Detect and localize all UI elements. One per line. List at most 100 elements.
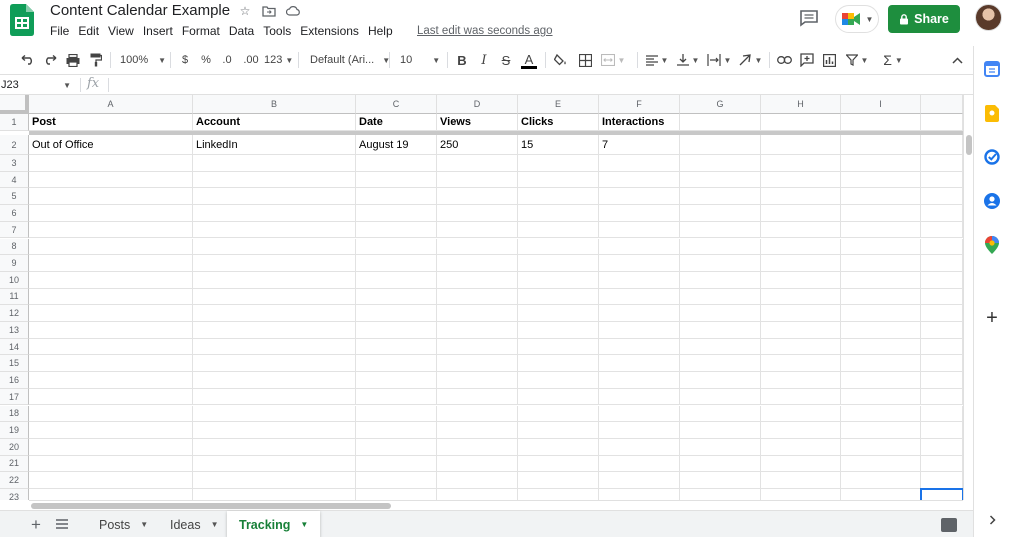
frozen-row-divider[interactable] xyxy=(29,131,963,135)
table-cell[interactable] xyxy=(680,155,761,172)
table-cell[interactable] xyxy=(599,422,680,439)
table-cell[interactable] xyxy=(193,388,356,406)
table-cell[interactable] xyxy=(841,438,921,456)
cloud-status-icon[interactable] xyxy=(285,4,301,18)
table-cell[interactable] xyxy=(356,221,437,239)
table-cell[interactable] xyxy=(518,372,599,389)
table-cell[interactable] xyxy=(599,305,680,322)
table-cell[interactable] xyxy=(437,355,518,373)
menu-tools[interactable]: Tools xyxy=(263,24,296,38)
table-cell[interactable] xyxy=(518,288,599,306)
table-cell[interactable] xyxy=(680,372,761,389)
table-cell[interactable] xyxy=(193,489,356,500)
table-cell[interactable] xyxy=(599,489,680,500)
row-header[interactable]: 11 xyxy=(0,288,29,306)
row-header[interactable]: 7 xyxy=(0,221,29,239)
row-header[interactable]: 22 xyxy=(0,472,29,489)
table-cell[interactable] xyxy=(841,114,921,131)
table-cell[interactable] xyxy=(193,155,356,172)
sheet-tab-tracking[interactable]: Tracking ▼ xyxy=(227,511,321,537)
name-box[interactable]: J23 ▼ xyxy=(0,77,76,93)
strikethrough-button[interactable]: S xyxy=(500,49,512,71)
table-cell[interactable]: 250 xyxy=(437,135,518,155)
add-sheet-icon[interactable]: + xyxy=(31,515,41,535)
row-header[interactable]: 21 xyxy=(0,455,29,473)
currency-format-button[interactable]: $ xyxy=(180,49,190,71)
table-cell[interactable] xyxy=(921,135,963,155)
column-header[interactable]: A xyxy=(29,95,193,114)
column-header[interactable]: F xyxy=(599,95,680,114)
table-cell[interactable] xyxy=(437,472,518,489)
functions-button[interactable]: Σ ▼ xyxy=(880,49,906,71)
column-header[interactable]: I xyxy=(841,95,921,114)
table-cell[interactable] xyxy=(921,171,963,189)
share-button[interactable]: Share xyxy=(888,5,960,33)
table-cell[interactable] xyxy=(761,221,841,239)
table-cell[interactable] xyxy=(437,271,518,289)
table-cell[interactable] xyxy=(841,405,921,423)
table-cell[interactable] xyxy=(761,489,841,500)
column-header[interactable]: H xyxy=(761,95,841,114)
table-cell[interactable] xyxy=(921,338,963,356)
table-cell[interactable]: 15 xyxy=(518,135,599,155)
table-cell[interactable] xyxy=(193,372,356,389)
table-cell[interactable] xyxy=(437,205,518,222)
table-cell[interactable] xyxy=(437,322,518,339)
column-header[interactable]: E xyxy=(518,95,599,114)
table-cell[interactable] xyxy=(599,288,680,306)
table-cell[interactable] xyxy=(921,405,963,423)
table-cell[interactable] xyxy=(680,305,761,322)
table-cell[interactable] xyxy=(356,438,437,456)
table-cell[interactable]: Post xyxy=(29,114,193,131)
row-header[interactable]: 19 xyxy=(0,422,29,439)
font-family-select[interactable]: Default (Ari... ▼ xyxy=(310,49,390,71)
horizontal-scrollbar-thumb[interactable] xyxy=(31,503,391,509)
table-cell[interactable] xyxy=(761,472,841,489)
table-cell[interactable] xyxy=(29,221,193,239)
bold-button[interactable]: B xyxy=(456,49,468,71)
table-cell[interactable] xyxy=(29,438,193,456)
table-cell[interactable] xyxy=(518,388,599,406)
table-cell[interactable] xyxy=(437,405,518,423)
row-header[interactable]: 18 xyxy=(0,405,29,423)
table-cell[interactable] xyxy=(841,271,921,289)
table-cell[interactable] xyxy=(518,188,599,206)
table-cell[interactable] xyxy=(680,388,761,406)
table-cell[interactable] xyxy=(599,188,680,206)
table-cell[interactable] xyxy=(518,489,599,500)
table-cell[interactable] xyxy=(29,188,193,206)
row-header[interactable]: 14 xyxy=(0,338,29,356)
table-cell[interactable] xyxy=(518,205,599,222)
table-cell[interactable] xyxy=(761,238,841,256)
row-header[interactable]: 12 xyxy=(0,305,29,322)
table-cell[interactable] xyxy=(193,221,356,239)
table-cell[interactable] xyxy=(599,355,680,373)
table-cell[interactable] xyxy=(680,114,761,131)
table-cell[interactable] xyxy=(29,271,193,289)
horizontal-scrollbar[interactable] xyxy=(29,500,963,510)
sheet-tab-ideas[interactable]: Ideas ▼ xyxy=(158,511,231,537)
table-cell[interactable] xyxy=(437,221,518,239)
table-cell[interactable] xyxy=(29,338,193,356)
table-cell[interactable] xyxy=(921,255,963,272)
sheet-tab-posts[interactable]: Posts ▼ xyxy=(87,511,160,537)
insert-comment-icon[interactable] xyxy=(799,49,815,71)
table-cell[interactable] xyxy=(841,472,921,489)
table-cell[interactable] xyxy=(29,388,193,406)
row-header[interactable]: 16 xyxy=(0,372,29,389)
table-cell[interactable] xyxy=(599,455,680,473)
table-cell[interactable] xyxy=(518,438,599,456)
table-cell[interactable] xyxy=(437,155,518,172)
table-cell[interactable] xyxy=(599,405,680,423)
table-cell[interactable] xyxy=(841,355,921,373)
insert-link-icon[interactable] xyxy=(776,49,792,71)
table-cell[interactable] xyxy=(841,238,921,256)
table-cell[interactable] xyxy=(841,135,921,155)
table-cell[interactable] xyxy=(29,305,193,322)
table-cell[interactable] xyxy=(29,489,193,500)
table-cell[interactable] xyxy=(518,171,599,189)
table-cell[interactable] xyxy=(921,271,963,289)
table-cell[interactable] xyxy=(680,405,761,423)
table-cell[interactable] xyxy=(680,271,761,289)
table-cell[interactable] xyxy=(599,255,680,272)
